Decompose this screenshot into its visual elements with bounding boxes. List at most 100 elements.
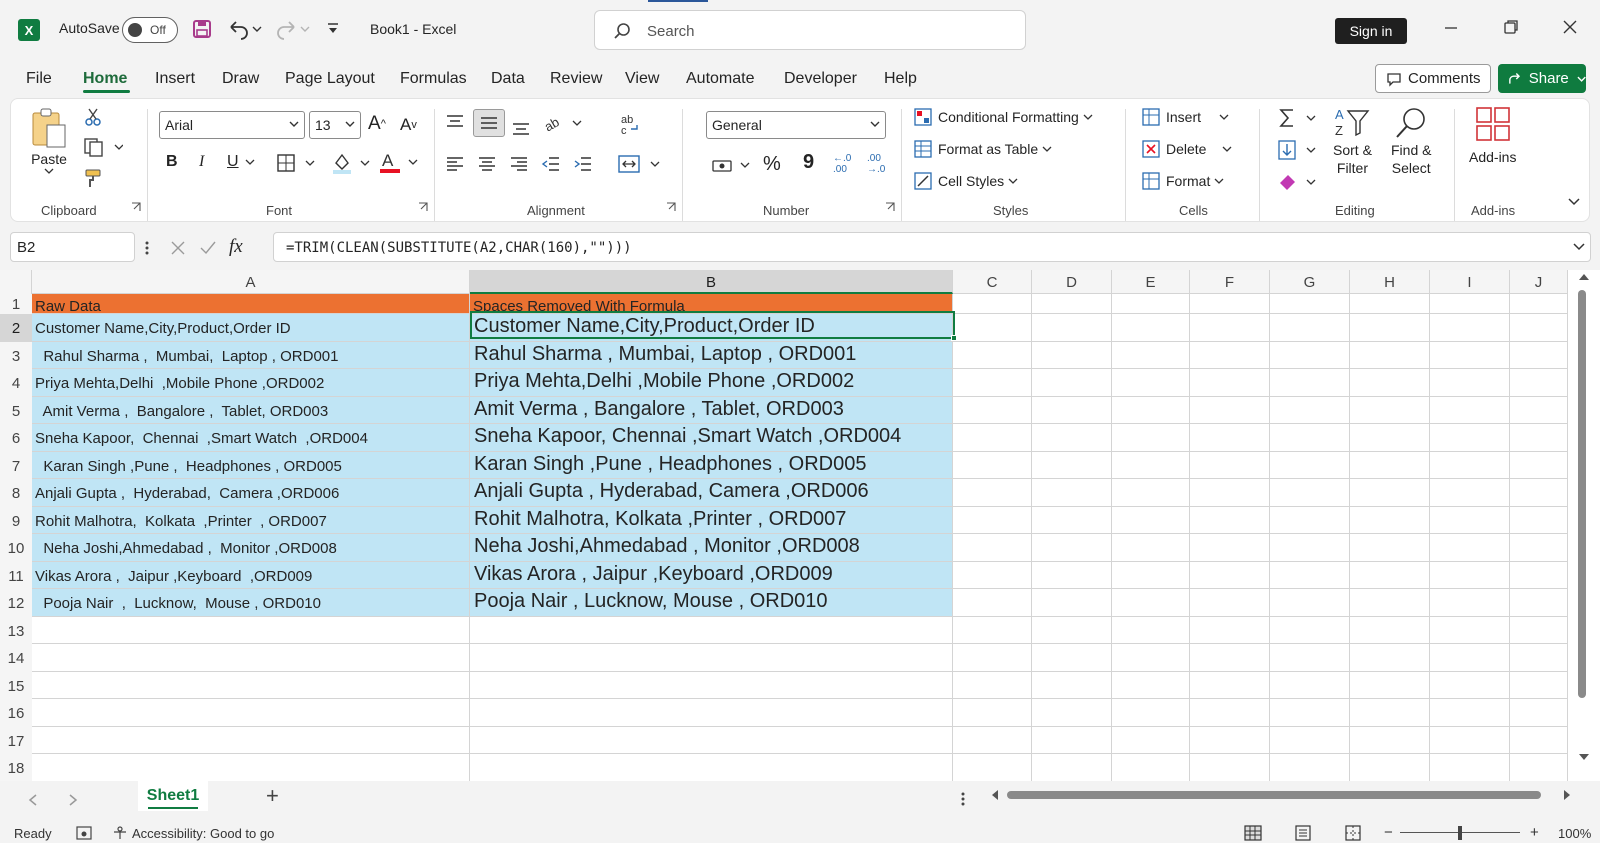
cell-c8[interactable] xyxy=(953,479,1032,507)
column-header-a[interactable]: A xyxy=(32,270,470,294)
increase-font-size-icon[interactable]: A ^ xyxy=(368,113,386,135)
bottom-align-icon[interactable] xyxy=(511,117,531,137)
cell-h16[interactable] xyxy=(1350,699,1430,727)
cell-b17[interactable] xyxy=(470,726,953,754)
row-header-16[interactable]: 16 xyxy=(0,699,32,727)
cell-i7[interactable] xyxy=(1430,451,1510,479)
cell-h9[interactable] xyxy=(1350,506,1430,534)
cell-e10[interactable] xyxy=(1112,534,1190,562)
autosave-toggle[interactable]: Off xyxy=(122,17,178,43)
cell-c3[interactable] xyxy=(953,341,1032,369)
column-header-d[interactable]: D xyxy=(1032,270,1112,294)
cell-g3[interactable] xyxy=(1270,341,1350,369)
cell-j7[interactable] xyxy=(1510,451,1568,479)
cell-d17[interactable] xyxy=(1032,726,1112,754)
fill-color-icon[interactable] xyxy=(331,151,373,175)
tab-help[interactable]: Help xyxy=(884,70,917,88)
cell-h15[interactable] xyxy=(1350,671,1430,699)
cell-i3[interactable] xyxy=(1430,341,1510,369)
row-header-13[interactable]: 13 xyxy=(0,616,32,644)
dialog-launcher-icon[interactable] xyxy=(418,202,428,212)
cell-a3[interactable]: Rahul Sharma , Mumbai, Laptop , ORD001 xyxy=(32,341,470,369)
cell-f3[interactable] xyxy=(1190,341,1270,369)
cell-f5[interactable] xyxy=(1190,396,1270,424)
cell-h6[interactable] xyxy=(1350,424,1430,452)
column-header-j[interactable]: J xyxy=(1510,270,1568,294)
align-center-icon[interactable] xyxy=(477,155,497,173)
orientation-icon[interactable]: ab xyxy=(543,113,583,133)
cell-e1[interactable] xyxy=(1112,294,1190,314)
cell-d12[interactable] xyxy=(1032,589,1112,617)
cell-d14[interactable] xyxy=(1032,644,1112,672)
cell-d16[interactable] xyxy=(1032,699,1112,727)
increase-decimal-button[interactable]: ←.0 .00 xyxy=(833,153,859,175)
cell-a12[interactable]: Pooja Nair , Lucknow, Mouse , ORD010 xyxy=(32,589,470,617)
cell-a13[interactable] xyxy=(32,616,470,644)
find-select-button[interactable]: Find & Select xyxy=(1391,105,1431,177)
cell-i15[interactable] xyxy=(1430,671,1510,699)
cell-h1[interactable] xyxy=(1350,294,1430,314)
select-all-corner[interactable] xyxy=(0,270,32,294)
page-layout-view-icon[interactable] xyxy=(1294,825,1312,841)
copy-icon[interactable] xyxy=(83,137,123,157)
cell-a14[interactable] xyxy=(32,644,470,672)
cell-e2[interactable] xyxy=(1112,314,1190,342)
cell-j11[interactable] xyxy=(1510,561,1568,589)
accounting-format-icon[interactable] xyxy=(711,155,753,175)
cell-j6[interactable] xyxy=(1510,424,1568,452)
tab-insert[interactable]: Insert xyxy=(155,70,195,88)
cell-j8[interactable] xyxy=(1510,479,1568,507)
row-header-12[interactable]: 12 xyxy=(0,589,32,617)
cell-i16[interactable] xyxy=(1430,699,1510,727)
cell-e18[interactable] xyxy=(1112,754,1190,782)
cell-b5[interactable]: Amit Verma , Bangalore , Tablet, ORD003 xyxy=(470,396,953,424)
cell-a18[interactable] xyxy=(32,754,470,782)
horizontal-scroll-thumb[interactable] xyxy=(1007,791,1541,799)
tab-draw[interactable]: Draw xyxy=(222,70,259,88)
accessibility-status[interactable]: Accessibility: Good to go xyxy=(132,826,274,841)
cell-f2[interactable] xyxy=(1190,314,1270,342)
bold-icon[interactable]: B xyxy=(166,153,178,171)
cell-b10[interactable]: Neha Joshi,Ahmedabad , Monitor ,ORD008 xyxy=(470,534,953,562)
italic-icon[interactable]: I xyxy=(199,153,204,171)
cell-b11[interactable]: Vikas Arora , Jaipur ,Keyboard ,ORD009 xyxy=(470,561,953,589)
cell-i10[interactable] xyxy=(1430,534,1510,562)
cell-f11[interactable] xyxy=(1190,561,1270,589)
chevron-left-icon[interactable] xyxy=(28,793,38,807)
cell-i5[interactable] xyxy=(1430,396,1510,424)
cell-i11[interactable] xyxy=(1430,561,1510,589)
cell-d18[interactable] xyxy=(1032,754,1112,782)
cell-h14[interactable] xyxy=(1350,644,1430,672)
cell-e4[interactable] xyxy=(1112,369,1190,397)
cell-f7[interactable] xyxy=(1190,451,1270,479)
cell-d3[interactable] xyxy=(1032,341,1112,369)
cell-h10[interactable] xyxy=(1350,534,1430,562)
cell-a15[interactable] xyxy=(32,671,470,699)
cell-j4[interactable] xyxy=(1510,369,1568,397)
cell-c7[interactable] xyxy=(953,451,1032,479)
cell-i1[interactable] xyxy=(1430,294,1510,314)
cell-g12[interactable] xyxy=(1270,589,1350,617)
cell-g14[interactable] xyxy=(1270,644,1350,672)
cell-h13[interactable] xyxy=(1350,616,1430,644)
cell-j18[interactable] xyxy=(1510,754,1568,782)
cell-a5[interactable]: Amit Verma , Bangalore , Tablet, ORD003 xyxy=(32,396,470,424)
cell-b16[interactable] xyxy=(470,699,953,727)
cell-f9[interactable] xyxy=(1190,506,1270,534)
page-break-view-icon[interactable] xyxy=(1344,825,1362,841)
row-header-7[interactable]: 7 xyxy=(0,451,32,479)
cell-g2[interactable] xyxy=(1270,314,1350,342)
cell-d9[interactable] xyxy=(1032,506,1112,534)
save-icon[interactable] xyxy=(192,19,212,39)
row-header-3[interactable]: 3 xyxy=(0,341,32,369)
cell-g9[interactable] xyxy=(1270,506,1350,534)
accessibility-icon[interactable] xyxy=(112,826,128,840)
cell-f13[interactable] xyxy=(1190,616,1270,644)
cell-c10[interactable] xyxy=(953,534,1032,562)
sign-in-button[interactable]: Sign in xyxy=(1335,18,1407,44)
cell-b6[interactable]: Sneha Kapoor, Chennai ,Smart Watch ,ORD0… xyxy=(470,424,953,452)
cell-c9[interactable] xyxy=(953,506,1032,534)
zoom-level[interactable]: 100% xyxy=(1558,826,1591,841)
cell-c11[interactable] xyxy=(953,561,1032,589)
column-header-h[interactable]: H xyxy=(1350,270,1430,294)
